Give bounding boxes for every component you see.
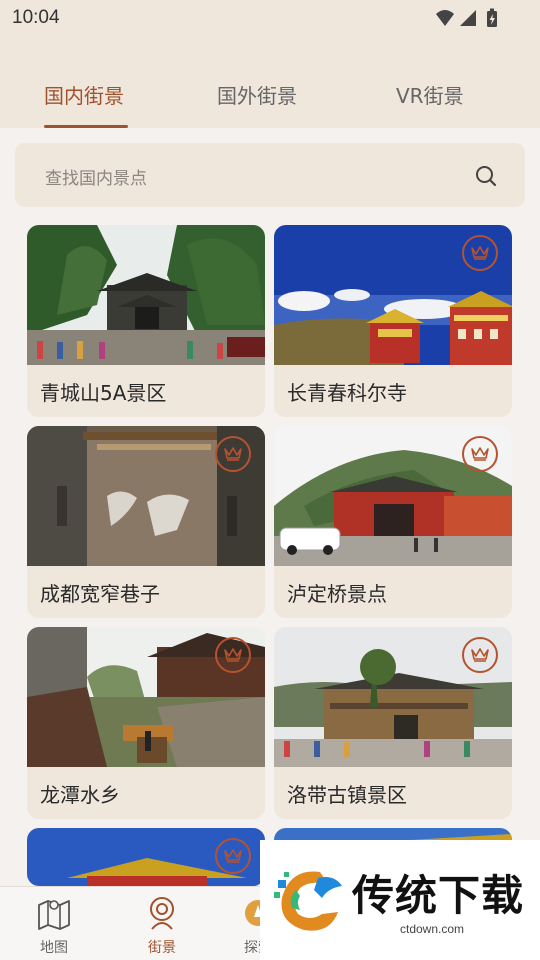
card-title: 长青春科尔寺 [287,381,407,405]
card-label: 成都宽窄巷子 [27,566,265,618]
card-title: 青城山5A景区 [40,381,167,405]
nav-item-map[interactable]: 地图 [14,887,94,960]
scenic-card-luodai[interactable]: 洛带古镇景区 [274,627,512,819]
scenic-card-longtan[interactable]: 龙潭水乡 [27,627,265,819]
map-icon [38,900,70,930]
scenic-photo [274,627,512,767]
street-view-icon [150,897,174,930]
card-label: 泸定桥景点 [274,566,512,618]
card-title: 洛带古镇景区 [287,783,407,807]
watermark-logo: 传统下载 ctdown.com [260,840,540,960]
premium-crown-icon [215,838,251,874]
premium-crown-icon [215,436,251,472]
card-title: 泸定桥景点 [287,582,387,606]
premium-crown-icon [462,235,498,271]
scenic-photo [27,426,265,566]
watermark-emblem [274,871,342,931]
scenic-card-qingchengshan[interactable]: 青城山5A景区 [27,225,265,417]
scenic-card-partial[interactable] [27,828,265,886]
card-label: 长青春科尔寺 [274,365,512,417]
scenic-photo [274,225,512,365]
scenic-card-changqingchun[interactable]: 长青春科尔寺 [274,225,512,417]
premium-crown-icon [462,637,498,673]
card-title: 成都宽窄巷子 [40,582,160,606]
card-label: 青城山5A景区 [27,365,265,417]
watermark-url: ctdown.com [400,922,465,936]
card-label: 龙潭水乡 [27,767,265,819]
scenic-card-luding[interactable]: 泸定桥景点 [274,426,512,618]
premium-crown-icon [462,436,498,472]
card-label: 洛带古镇景区 [274,767,512,819]
nav-label: 街景 [148,940,176,956]
scenic-photo [27,627,265,767]
scenic-card-kuanzhai[interactable]: 成都宽窄巷子 [27,426,265,618]
scenic-grid: 青城山5A景区 长青春科尔寺 成都宽窄巷子 泸定桥景点 龙潭水乡 洛带古镇景区 [0,0,540,960]
card-title: 龙潭水乡 [40,783,120,807]
nav-label: 地图 [40,940,68,956]
scenic-photo [274,426,512,566]
premium-crown-icon [215,637,251,673]
scenic-photo [27,225,265,365]
watermark-title: 传统下载 [352,871,525,920]
nav-item-street-view[interactable]: 街景 [122,887,202,960]
